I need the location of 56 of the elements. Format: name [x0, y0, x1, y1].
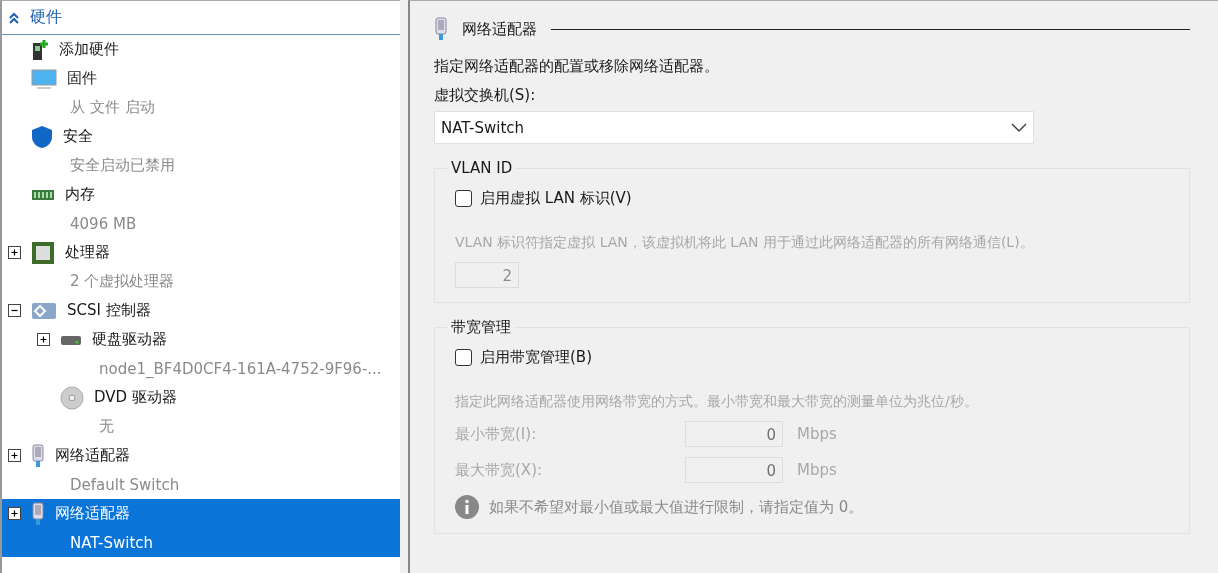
item-detail: Default Switch: [70, 475, 180, 494]
monitor-icon: [31, 67, 57, 90]
network-adapter-icon: [31, 501, 45, 526]
item-detail: 2 个虚拟处理器: [70, 272, 175, 291]
field-label: 最大带宽(X):: [455, 460, 544, 480]
disc-icon: [60, 385, 84, 410]
group-legend: 带宽管理: [447, 318, 515, 337]
collapse-icon[interactable]: [8, 304, 21, 317]
unit-label: Mbps: [797, 461, 837, 479]
expand-icon[interactable]: [8, 507, 21, 520]
tree-item[interactable]: 网络适配器: [2, 499, 400, 528]
checkbox[interactable]: [455, 190, 472, 207]
item-detail: 无: [99, 417, 114, 436]
hardware-add-icon: [31, 38, 49, 61]
item-detail: NAT-Switch: [70, 533, 154, 552]
tree-item[interactable]: 固件: [2, 64, 400, 93]
item-detail: 安全启动已禁用: [70, 156, 175, 175]
unit-label: Mbps: [797, 425, 837, 443]
network-adapter-icon: [434, 17, 448, 41]
expand-icon[interactable]: [8, 449, 21, 462]
field-label: 虚拟交换机(S):: [434, 86, 537, 105]
info-icon: [455, 495, 479, 519]
section-title: 网络适配器: [462, 19, 537, 39]
checkbox-label[interactable]: 启用带宽管理(B): [480, 348, 592, 367]
memory-chip-icon: [31, 187, 55, 202]
info-text: 如果不希望对最小值或最大值进行限制，请指定值为 0。: [489, 497, 864, 517]
controller-icon: [31, 300, 57, 321]
item-detail: 4096 MB: [70, 214, 137, 233]
bandwidth-field[interactable]: 0: [685, 421, 783, 447]
item-detail: 从 文件 启动: [70, 98, 155, 117]
tree-item[interactable]: 安全: [2, 122, 400, 151]
tree-item[interactable]: DVD 驱动器: [2, 383, 400, 412]
tree-item[interactable]: 添加硬件: [2, 35, 400, 64]
checkbox-label[interactable]: 启用虚拟 LAN 标识(V): [480, 189, 632, 208]
bandwidth-field[interactable]: 0: [685, 457, 783, 483]
switch-dropdown[interactable]: NAT-Switch: [434, 111, 1034, 144]
tree-item[interactable]: 处理器: [2, 238, 400, 267]
shield-icon: [31, 124, 53, 149]
tree-item[interactable]: 硬盘驱动器: [2, 325, 400, 354]
network-adapter-icon: [31, 443, 45, 468]
field-label: 最小带宽(I):: [455, 424, 538, 444]
processor-icon: [31, 240, 55, 265]
collapse-icon[interactable]: [8, 11, 20, 24]
chevron-down-icon: [1011, 122, 1027, 133]
tree-item[interactable]: 内存: [2, 180, 400, 209]
vlan-note: VLAN 标识符指定虚拟 LAN，该虚拟机将此 LAN 用于通过此网络适配器的所有网络通信(L)。: [455, 234, 1035, 252]
section-title: 硬件: [30, 7, 62, 28]
hard-drive-icon: [60, 333, 82, 346]
expand-icon[interactable]: [8, 246, 21, 259]
checkbox[interactable]: [455, 349, 472, 366]
bandwidth-note: 指定此网络适配器使用网络带宽的方式。最小带宽和最大带宽的测量单位为兆位/秒。: [455, 393, 979, 411]
tree-item[interactable]: 网络适配器: [2, 441, 400, 470]
expand-icon[interactable]: [37, 333, 50, 346]
item-detail: node1_BF4D0CF4-161A-4752-9F96-...: [99, 359, 382, 378]
tree-item[interactable]: SCSI 控制器: [2, 296, 400, 325]
description: 指定网络适配器的配置或移除网络适配器。: [434, 57, 720, 76]
